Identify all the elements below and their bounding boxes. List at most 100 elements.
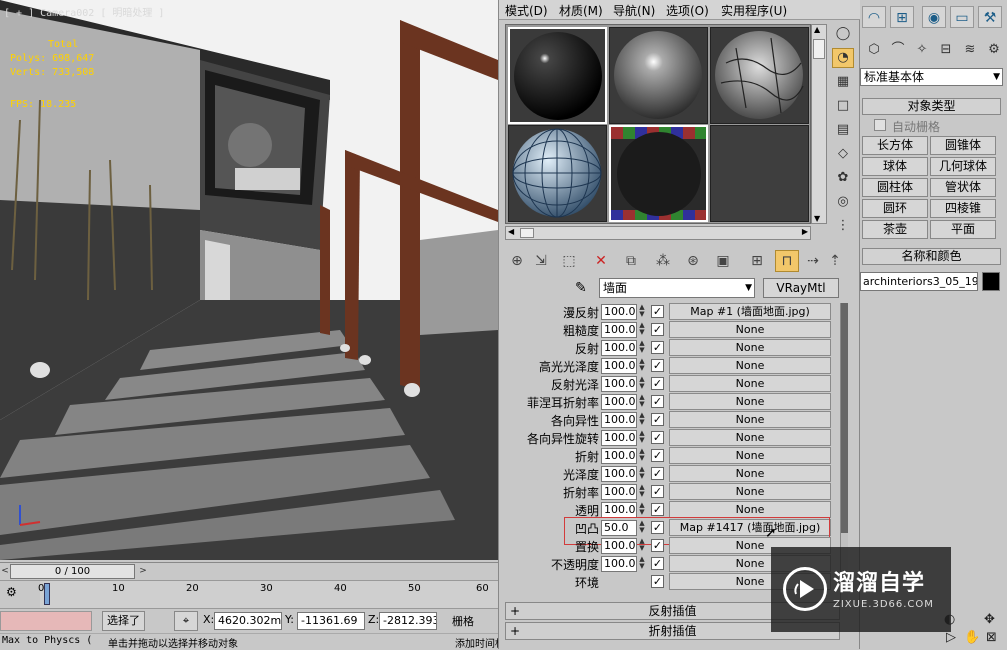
maxscript-listener[interactable] [0, 611, 92, 631]
map-enable-checkbox[interactable]: ✓ [651, 557, 664, 570]
plane-button[interactable]: 平面 [930, 220, 996, 239]
map-enable-checkbox[interactable]: ✓ [651, 341, 664, 354]
teapot-button[interactable]: 茶壶 [862, 220, 928, 239]
show-end-result-icon[interactable]: ⊞ [745, 250, 769, 272]
sample-slot-stone[interactable] [710, 27, 809, 124]
options-icon[interactable]: ✿ [832, 168, 854, 188]
material-id-icon[interactable]: ⊛ [681, 250, 705, 272]
display-tab-icon[interactable]: ▭ [950, 6, 974, 28]
map-slot-button[interactable]: None [669, 465, 831, 482]
play-icon[interactable]: ▷ [946, 630, 956, 645]
spinner-icon[interactable]: ▲ ▼ [637, 412, 647, 428]
box-button[interactable]: 长方体 [862, 136, 928, 155]
map-amount[interactable]: 100.0 [601, 412, 637, 428]
sample-type-icon[interactable]: ◯ [832, 24, 854, 44]
cylinder-button[interactable]: 圆柱体 [862, 178, 928, 197]
name-color-header[interactable]: 名称和颜色 [862, 248, 1001, 265]
time-cursor[interactable] [44, 583, 50, 605]
spinner-icon[interactable]: ▲ ▼ [637, 556, 647, 572]
time-slider-prev-icon[interactable]: < [0, 564, 10, 579]
pan-icon[interactable]: ✋ [964, 630, 980, 645]
map-amount[interactable]: 100.0 [601, 430, 637, 446]
max-to-physcs-label[interactable]: Max to Physcs ( [2, 635, 92, 646]
map-enable-checkbox[interactable]: ✓ [651, 467, 664, 480]
track-bar-filter-icon[interactable]: ⚙ [6, 585, 26, 603]
video-color-check-icon[interactable]: ▤ [832, 120, 854, 140]
time-slider[interactable]: < 0 / 100 > [0, 562, 498, 579]
select-by-material-icon[interactable]: ◎ [832, 192, 854, 212]
eyedropper-icon[interactable]: ✎ [575, 280, 587, 296]
spinner-icon[interactable]: ▲ ▼ [637, 376, 647, 392]
map-slot-button[interactable]: Map #1 (墙面地面.jpg) [669, 303, 831, 320]
motion-tab-icon[interactable]: ◉ [922, 6, 946, 28]
menu-navigation[interactable]: 导航(N) [613, 2, 655, 19]
map-amount[interactable]: 100.0 [601, 538, 637, 554]
map-enable-checkbox[interactable]: ✓ [651, 323, 664, 336]
map-amount[interactable]: 100.0 [601, 358, 637, 374]
show-map-in-viewport-icon[interactable]: ▣ [711, 250, 735, 272]
time-slider-next-icon[interactable]: > [138, 564, 148, 579]
map-amount[interactable]: 100.0 [601, 376, 637, 392]
hierarchy-tab-icon[interactable]: ⊞ [890, 6, 914, 28]
spinner-icon[interactable]: ▲ ▼ [637, 340, 647, 356]
map-amount[interactable]: 100.0 [601, 502, 637, 518]
map-enable-checkbox[interactable]: ✓ [651, 503, 664, 516]
make-preview-icon[interactable]: ◇ [832, 144, 854, 164]
make-unique-icon[interactable]: ⧉ [619, 250, 643, 272]
map-amount[interactable]: 100.0 [601, 340, 637, 356]
time-slider-thumb[interactable]: 0 / 100 [10, 564, 135, 579]
track-ruler[interactable]: 0 10 20 30 40 50 60 [38, 581, 498, 609]
map-enable-checkbox[interactable]: ✓ [651, 413, 664, 426]
maps-scroll-thumb[interactable] [841, 303, 848, 533]
go-forward-sibling-icon[interactable]: ⇢ [801, 250, 825, 272]
spinner-icon[interactable]: ▲ ▼ [637, 358, 647, 374]
map-amount[interactable]: 100.0 [601, 448, 637, 464]
map-enable-checkbox[interactable]: ✓ [651, 395, 664, 408]
menu-mode[interactable]: 模式(D) [505, 2, 548, 19]
object-type-header[interactable]: 对象类型 [862, 98, 1001, 115]
sample-slot-wall-selected[interactable] [609, 125, 708, 222]
pyramid-button[interactable]: 四棱锥 [930, 199, 996, 218]
material-map-navigator-icon[interactable]: ⋮ [832, 216, 854, 236]
map-enable-checkbox[interactable]: ✓ [651, 431, 664, 444]
sample-slots-hscrollbar[interactable]: ◀ ▶ [505, 226, 811, 240]
systems-icon[interactable]: ⚙ [984, 40, 1004, 60]
map-amount[interactable]: 100.0 [601, 556, 637, 572]
viewport-label[interactable]: [ + ] Camera002 [ 明暗处理 ] [4, 4, 164, 19]
spinner-icon[interactable]: ▲ ▼ [637, 448, 647, 464]
map-slot-button[interactable]: None [669, 339, 831, 356]
maximize-icon[interactable]: ⊠ [986, 630, 997, 645]
map-amount[interactable]: 100.0 [601, 322, 637, 338]
map-slot-button[interactable]: None [669, 501, 831, 518]
map-enable-checkbox[interactable]: ✓ [651, 359, 664, 372]
chevron-down-icon[interactable]: ▼ [993, 69, 1000, 85]
lights-icon[interactable]: ✧ [912, 40, 932, 60]
spinner-icon[interactable]: ▲ ▼ [637, 430, 647, 446]
map-amount[interactable]: 100.0 [601, 484, 637, 500]
spinner-icon[interactable]: ▲ ▼ [637, 304, 647, 320]
map-slot-button[interactable]: None [669, 411, 831, 428]
sample-slots-scrollbar[interactable]: ▲ ▼ [811, 24, 827, 224]
sample-slot-black-glossy[interactable] [508, 27, 607, 124]
map-enable-checkbox[interactable]: ✓ [651, 485, 664, 498]
camera-viewport[interactable]: [ + ] Camera002 [ 明暗处理 ] Total Polys: 69… [0, 0, 498, 560]
spinner-icon[interactable]: ▲ ▼ [637, 466, 647, 482]
spinner-icon[interactable]: ▲ ▼ [637, 394, 647, 410]
map-enable-checkbox[interactable]: ✓ [651, 539, 664, 552]
scroll-up-icon[interactable]: ▲ [814, 25, 820, 34]
map-amount[interactable]: 100.0 [601, 466, 637, 482]
object-name-field[interactable]: archinteriors3_05_195 [860, 272, 978, 291]
spinner-icon[interactable]: ▲ ▼ [637, 322, 647, 338]
z-coordinate-field[interactable]: -2812.393 [379, 612, 437, 630]
modify-tab-icon[interactable]: ◠ [862, 6, 886, 28]
hscroll-thumb[interactable] [520, 228, 534, 238]
material-type-button[interactable]: VRayMtl [763, 278, 839, 298]
menu-material[interactable]: 材质(M) [559, 2, 603, 19]
map-slot-button[interactable]: None [669, 483, 831, 500]
spinner-icon[interactable]: ▲ ▼ [637, 484, 647, 500]
sample-slot-grey-glossy[interactable] [609, 27, 708, 124]
utilities-tab-icon[interactable]: ⚒ [978, 6, 1002, 28]
backlight-icon[interactable]: ◔ [832, 48, 854, 68]
map-slot-button[interactable]: None [669, 429, 831, 446]
lock-selection-icon[interactable]: ⌖ [174, 611, 198, 631]
